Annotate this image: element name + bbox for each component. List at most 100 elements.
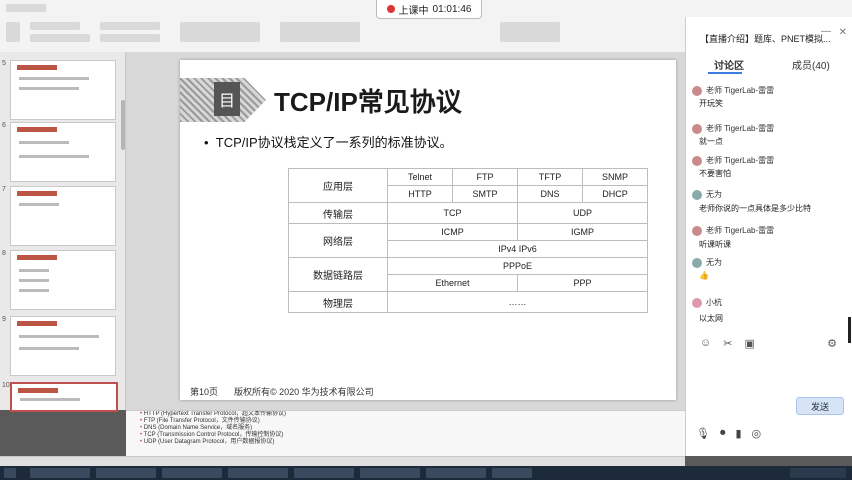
font-format-buttons[interactable] (30, 34, 90, 42)
chat-message-text: 就一点 (699, 137, 723, 146)
note-line: • TCP (Transmission Control Protocol，传输控… (140, 432, 284, 438)
slide-thumbnail[interactable] (10, 60, 116, 120)
camera-icon[interactable]: ⏺ (720, 427, 726, 440)
layer-datalink: 数据链路层 (288, 257, 388, 292)
slide-copyright: 版权所有© 2020 华为技术有限公司 (234, 387, 374, 397)
thumbnail-number: 6 (2, 122, 6, 129)
thumbnail-title-bar (17, 65, 57, 70)
proto-ethernet: Ethernet (387, 274, 518, 292)
taskbar-app[interactable] (96, 468, 156, 478)
chat-scrollbar[interactable] (848, 317, 851, 343)
chat-message-user: 老师 TigerLab-雷雷 (692, 225, 774, 236)
avatar (692, 123, 702, 134)
taskbar-app[interactable] (426, 468, 486, 478)
screen-share-icon[interactable]: ◎ (752, 427, 762, 440)
chat-header: 【直播介绍】题库、PNET模拟... — ✕ (686, 17, 852, 55)
thumbnail-number: 7 (2, 186, 6, 193)
chat-message-user: 老师 TigerLab-雷雷 (692, 155, 774, 166)
recording-indicator[interactable]: 上课中 01:01:46 (376, 0, 482, 19)
thumbnail-number: 10 (2, 382, 10, 389)
chat-panel: 【直播介绍】题库、PNET模拟... — ✕ 讨论区 成员(40) 老师 Tig… (685, 17, 852, 456)
avatar (692, 225, 702, 236)
proto-udp: UDP (517, 202, 648, 224)
slide-thumbnail[interactable] (10, 250, 116, 310)
close-icon[interactable]: ✕ (839, 27, 847, 38)
avatar (692, 257, 702, 268)
drawing-shapes[interactable] (180, 22, 260, 42)
editing-buttons[interactable] (500, 22, 560, 42)
tab-members[interactable]: 成员(40) (792, 57, 830, 72)
minimize-icon[interactable]: — (821, 26, 831, 37)
layer-app: 应用层 (288, 168, 388, 203)
chat-message-user: 无为 (692, 257, 722, 268)
layer-network: 网络层 (288, 223, 388, 258)
proto-tftp: TFTP (517, 168, 583, 186)
proto-smtp: SMTP (452, 185, 518, 203)
avatar (692, 297, 702, 308)
stats-icon[interactable]: ▮ (735, 427, 741, 440)
thumbnail-scrollbar[interactable] (121, 100, 125, 150)
thumbnail-number: 8 (2, 250, 6, 257)
quick-access-toolbar[interactable] (6, 4, 46, 12)
layer-transport: 传输层 (288, 202, 388, 224)
chat-message-user: 无为 (692, 189, 722, 200)
thumbnail-number: 5 (2, 60, 6, 67)
chat-message-user: 老师 TigerLab-雷雷 (692, 85, 774, 96)
align-buttons[interactable] (100, 34, 160, 42)
proto-dns: DNS (517, 185, 583, 203)
scissors-icon[interactable]: ✂ (723, 337, 732, 350)
system-tray[interactable] (790, 468, 846, 478)
avatar (692, 155, 702, 166)
note-line: • FTP (File Transfer Protocol，文件传输协议) (140, 418, 260, 424)
thumbnail-number: 9 (2, 316, 6, 323)
proto-icmp: ICMP (387, 223, 518, 241)
send-button[interactable]: 发送 (796, 397, 844, 415)
slide-thumbnail[interactable] (10, 186, 116, 246)
live-controls: 🎙 ⏺ ▮ ◎ (696, 427, 761, 440)
font-name-select[interactable] (30, 22, 80, 30)
protocol-table: 应用层 Telnet FTP TFTP SNMP HTTP SMTP DNS D… (288, 168, 648, 313)
slide[interactable]: 目 TCP/IP常见协议 • TCP/IP协议栈定义了一系列的标准协议。 应用层… (180, 60, 676, 400)
chat-message-user: 小杭 (692, 297, 722, 308)
proto-snmp: SNMP (582, 168, 648, 186)
taskbar-app[interactable] (162, 468, 222, 478)
arrange-buttons[interactable] (280, 22, 360, 42)
image-icon[interactable]: ▣ (744, 337, 754, 350)
proto-ipv4-ipv6: IPv4 IPv6 (387, 240, 648, 258)
recording-time: 01:01:46 (432, 3, 472, 15)
microphone-icon[interactable]: 🎙 (696, 427, 710, 440)
paragraph-buttons[interactable] (100, 22, 160, 30)
gear-icon[interactable]: ⚙ (827, 337, 837, 350)
note-line: • UDP (User Datagram Protocol，用户数据报协议) (140, 439, 275, 445)
slide-bullet: • TCP/IP协议栈定义了一系列的标准协议。 (204, 135, 453, 150)
recording-label: 上课中 (398, 5, 429, 17)
slide-thumbnail[interactable] (10, 122, 116, 182)
bullet-text: TCP/IP协议栈定义了一系列的标准协议。 (215, 135, 453, 150)
proto-tcp: TCP (387, 202, 518, 224)
proto-http: HTTP (387, 185, 453, 203)
avatar (692, 85, 702, 96)
taskbar-app[interactable] (294, 468, 354, 478)
paste-button[interactable] (6, 22, 20, 42)
emoji-icon[interactable]: ☺ (700, 337, 711, 350)
layer-physical: 物理层 (288, 291, 388, 313)
taskbar-app[interactable] (228, 468, 288, 478)
taskbar-app[interactable] (30, 468, 90, 478)
slide-thumbnail-active[interactable] (10, 382, 118, 412)
chat-message-text: 不要害怕 (699, 169, 731, 178)
speaker-notes[interactable]: • HTTP (Hypertext Transfer Protocol，超文本传… (126, 410, 685, 457)
chat-title[interactable]: 【直播介绍】题库、PNET模拟... (700, 32, 831, 45)
slide-thumbnail-pane: 5 6 7 8 9 10 (0, 52, 126, 412)
chat-toolbar: ☺ ✂ ▣ (700, 337, 755, 350)
avatar (692, 189, 702, 200)
start-button[interactable] (4, 468, 16, 478)
chat-message-text: 开玩笑 (699, 99, 723, 108)
tab-underline (708, 72, 742, 74)
taskbar-app[interactable] (360, 468, 420, 478)
tab-discussion[interactable]: 讨论区 (714, 57, 744, 72)
taskbar-app[interactable] (492, 468, 532, 478)
note-line: • DNS (Domain Name Service，域名服务) (140, 425, 253, 431)
slide-thumbnail[interactable] (10, 316, 116, 376)
proto-ftp: FTP (452, 168, 518, 186)
proto-dhcp: DHCP (582, 185, 648, 203)
